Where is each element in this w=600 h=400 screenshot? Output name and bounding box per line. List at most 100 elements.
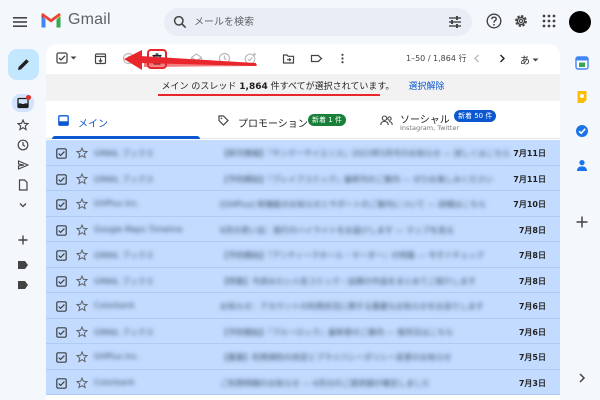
search-icon[interactable] bbox=[173, 15, 187, 29]
gear-icon[interactable] bbox=[513, 13, 529, 29]
star-icon[interactable] bbox=[76, 147, 88, 159]
help-icon[interactable] bbox=[486, 13, 502, 29]
star-icon[interactable] bbox=[76, 223, 88, 236]
email-row[interactable]: GMAIL ブックス 【特集】今読みたい人気コミック・話題の作品をまとめてご紹介… bbox=[46, 267, 560, 293]
email-subject: 【特集】今読みたい人気コミック・話題の作品をまとめてご紹介します bbox=[220, 276, 476, 286]
label-tag-icon bbox=[18, 261, 28, 269]
selection-message: メイン のスレッド 1,864 件すべてが選択されています。 bbox=[162, 82, 395, 92]
email-subject: [GHPlus] 新機能のお知らせとサポートのご案内について — 詳細はこちら bbox=[220, 200, 486, 209]
get-addons-plus-icon[interactable] bbox=[575, 215, 589, 229]
email-row[interactable]: GMAIL ブックス 【新刊情報】『サンデーサイエンス』2023年5月号のお知ら… bbox=[46, 140, 560, 166]
email-row[interactable]: Google Maps Timeline 6月の思い出：旅行のハイライトをお届け… bbox=[46, 216, 560, 242]
email-sender: Google Maps Timeline bbox=[94, 224, 183, 234]
chevron-down-icon bbox=[19, 203, 27, 208]
sidebar-item-more[interactable] bbox=[12, 196, 34, 214]
tasks-icon[interactable] bbox=[575, 124, 589, 138]
checkbox-checked-icon[interactable] bbox=[56, 301, 67, 312]
star-icon[interactable] bbox=[76, 300, 88, 312]
contacts-icon[interactable] bbox=[575, 158, 589, 172]
send-icon bbox=[17, 160, 29, 170]
expand-side-panel-chevron-icon[interactable] bbox=[577, 372, 587, 384]
checkbox-checked-icon[interactable] bbox=[56, 250, 67, 261]
email-row[interactable]: GHPlus Inc. [GHPlus] 新機能のお知らせとサポートのご案内につ… bbox=[46, 191, 560, 217]
email-sender: Colorbank bbox=[94, 377, 135, 387]
email-sender: GHPlus Inc. bbox=[94, 199, 140, 208]
email-sender: GMAIL ブックス bbox=[94, 174, 154, 184]
checkbox-checked-icon[interactable] bbox=[56, 326, 67, 338]
email-date: 7月10日 bbox=[513, 200, 546, 209]
unread-badge bbox=[26, 95, 31, 100]
draft-file-icon bbox=[18, 179, 28, 191]
gmail-m-icon bbox=[41, 12, 61, 27]
checkbox-checked-icon[interactable] bbox=[56, 224, 67, 236]
email-row[interactable]: GMAIL ブックス 【予約開始】『アンティークホール・マーダー』の特集 — 今… bbox=[46, 242, 560, 268]
email-date: 7月8日 bbox=[518, 225, 546, 235]
select-all-checkbox[interactable] bbox=[56, 52, 77, 64]
email-date: 7月8日 bbox=[518, 276, 546, 286]
chevron-left-icon[interactable] bbox=[471, 52, 483, 65]
create-label-button[interactable] bbox=[12, 231, 34, 249]
input-tools-selector[interactable]: あ bbox=[520, 52, 539, 67]
sidebar-label-2[interactable] bbox=[12, 276, 34, 294]
email-subject: 【重要】利用規約の改定とプライバシーポリシー変更のお知らせ bbox=[220, 353, 452, 362]
star-icon[interactable] bbox=[76, 376, 88, 389]
checkbox-checked-icon[interactable] bbox=[56, 199, 67, 210]
archive-icon[interactable] bbox=[94, 52, 107, 65]
apps-grid-icon[interactable] bbox=[541, 13, 557, 29]
email-sender: GMAIL ブックス bbox=[94, 276, 154, 286]
tab-primary-label: メイン bbox=[78, 119, 108, 130]
annotation-underline bbox=[158, 94, 380, 96]
sidebar-item-snoozed[interactable] bbox=[12, 136, 34, 154]
caret-down-icon bbox=[532, 58, 539, 61]
star-icon[interactable] bbox=[76, 249, 88, 261]
email-row[interactable]: Colorbank ご利用明細のお知らせ — 6月分のご請求額が確定しました 7… bbox=[46, 369, 560, 395]
search-bar[interactable] bbox=[164, 8, 472, 36]
checkbox-checked-icon[interactable] bbox=[56, 148, 67, 159]
star-icon[interactable] bbox=[76, 351, 88, 363]
checkbox-checked-icon[interactable] bbox=[56, 352, 67, 363]
selection-count: 1,864 bbox=[239, 82, 268, 92]
email-row[interactable]: GMAIL ブックス 【予約開始】『ブレイブコミック』最新刊のご案内 — ぜひお… bbox=[46, 165, 560, 191]
keep-icon[interactable] bbox=[575, 90, 589, 104]
email-subject: 【予約開始】『アンティークホール・マーダー』の特集 — 今すぐチェック bbox=[220, 251, 485, 260]
promotions-new-badge: 新着 1 件 bbox=[308, 114, 346, 126]
pencil-icon bbox=[18, 59, 29, 70]
search-options-icon[interactable] bbox=[448, 15, 462, 29]
category-tabs: メイン プロモーション 新着 1 件 ソーシャル Instagram, Twit… bbox=[46, 101, 560, 139]
email-row[interactable]: GMAIL ブックス 【予約開始】『ブルーロック』最新巻のご案内 — 発売日はこ… bbox=[46, 318, 560, 344]
star-icon[interactable] bbox=[76, 198, 88, 210]
compose-button[interactable] bbox=[8, 49, 39, 80]
search-input[interactable] bbox=[194, 12, 434, 32]
checkbox-checked-icon[interactable] bbox=[56, 173, 67, 185]
chevron-right-icon[interactable] bbox=[496, 52, 508, 65]
active-tab-indicator bbox=[52, 136, 200, 139]
main-menu-button[interactable] bbox=[10, 12, 30, 32]
more-vert-icon[interactable] bbox=[336, 52, 349, 65]
checkbox-checked-icon[interactable] bbox=[56, 275, 67, 287]
clear-selection-link[interactable]: 選択解除 bbox=[408, 82, 444, 92]
tab-promotions[interactable]: プロモーション 新着 1 件 bbox=[210, 101, 370, 139]
sidebar-item-drafts[interactable] bbox=[12, 176, 34, 194]
star-icon[interactable] bbox=[76, 172, 88, 185]
email-row[interactable]: GHPlus Inc. 【重要】利用規約の改定とプライバシーポリシー変更のお知ら… bbox=[46, 344, 560, 370]
move-to-folder-icon[interactable] bbox=[282, 52, 295, 65]
sidebar-item-sent[interactable] bbox=[12, 156, 34, 174]
input-tools-label: あ bbox=[520, 56, 530, 67]
label-icon[interactable] bbox=[310, 52, 323, 65]
tab-primary[interactable]: メイン bbox=[46, 101, 206, 139]
email-date: 7月3日 bbox=[518, 378, 546, 388]
calendar-icon[interactable] bbox=[575, 56, 589, 70]
tab-social[interactable]: ソーシャル Instagram, Twitter 新着 50 件 bbox=[376, 101, 556, 139]
sidebar-item-inbox[interactable] bbox=[12, 94, 34, 112]
email-row[interactable]: Colorbank お知らせ：アカウントの利用状況に関する重要なお知らせをお送り… bbox=[46, 293, 560, 319]
gmail-logo[interactable]: Gmail bbox=[40, 11, 111, 29]
mail-list-panel: 1–50 / 1,864 行 あ メイン のスレッド 1,864 件すべてが選択… bbox=[46, 44, 560, 400]
star-icon[interactable] bbox=[76, 325, 88, 338]
account-avatar[interactable] bbox=[569, 11, 591, 33]
selection-text-suffix: 件すべてが選択されています。 bbox=[267, 82, 395, 92]
checkbox-checked-icon[interactable] bbox=[56, 377, 67, 389]
star-icon[interactable] bbox=[76, 274, 88, 287]
annotation-arrow bbox=[124, 50, 257, 70]
sidebar-item-starred[interactable] bbox=[12, 116, 34, 134]
sidebar-label-1[interactable] bbox=[12, 256, 34, 274]
